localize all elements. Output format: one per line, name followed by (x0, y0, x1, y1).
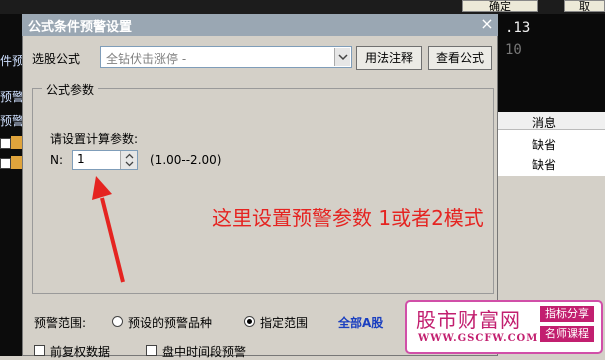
params-prompt: 请设置计算参数: (50, 132, 139, 146)
row-checkbox[interactable] (0, 138, 11, 149)
intraday-alert-checkbox[interactable] (146, 345, 157, 356)
warning-icon (11, 156, 22, 169)
price-value: 10 (505, 42, 522, 58)
watermark-badge: 名师课程 (540, 326, 594, 342)
watermark-url: WWW.GSCFW.COM (418, 333, 539, 344)
annotation-text: 这里设置预警参数 1或者2模式 (212, 206, 484, 230)
column-header-message: 消息 (532, 116, 557, 130)
forward-adjust-label: 前复权数据 (50, 345, 111, 359)
formula-label: 选股公式 (32, 52, 81, 66)
table-cell: 缺省 (532, 158, 557, 172)
confirm-button[interactable]: 确定 (462, 0, 538, 12)
view-formula-button[interactable]: 查看公式 (428, 46, 492, 70)
formula-select-value: 全钻伏击涨停 - (106, 52, 187, 66)
scope-preset-radio[interactable] (112, 316, 123, 327)
side-label: 预警 (0, 114, 25, 128)
table-cell: 缺省 (532, 138, 557, 152)
watermark-title: 股市财富网 (416, 308, 521, 332)
dialog-title: 公式条件预警设置 (28, 20, 133, 35)
all-a-shares-link[interactable]: 全部A股 (338, 314, 383, 331)
param-n-label: N: (50, 153, 64, 167)
price-value: .13 (505, 20, 531, 36)
side-label: 预警 (0, 90, 25, 104)
spinner-arrows-icon[interactable] (120, 151, 137, 169)
scope-label: 预警范围: (34, 316, 87, 330)
dropdown-arrow-icon[interactable] (334, 48, 350, 66)
scope-custom-radio[interactable] (244, 316, 255, 327)
forward-adjust-checkbox[interactable] (34, 345, 45, 356)
warning-icon (11, 136, 22, 149)
scope-custom-label: 指定范围 (260, 316, 309, 330)
cancel-button[interactable]: 取 (564, 0, 605, 12)
close-icon[interactable]: × (478, 14, 496, 34)
param-n-value: 1 (77, 152, 85, 166)
side-label: 件预 (0, 54, 25, 68)
row-checkbox[interactable] (0, 158, 11, 169)
intraday-alert-label: 盘中时间段预警 (162, 345, 247, 359)
watermark-badge: 指标分享 (540, 306, 594, 322)
usage-notes-button[interactable]: 用法注释 (356, 46, 422, 70)
param-range: (1.00--2.00) (150, 153, 222, 167)
annotation-arrow-icon (92, 176, 125, 283)
params-group-title: 公式参数 (42, 81, 99, 98)
scope-preset-label: 预设的预警品种 (128, 316, 213, 330)
